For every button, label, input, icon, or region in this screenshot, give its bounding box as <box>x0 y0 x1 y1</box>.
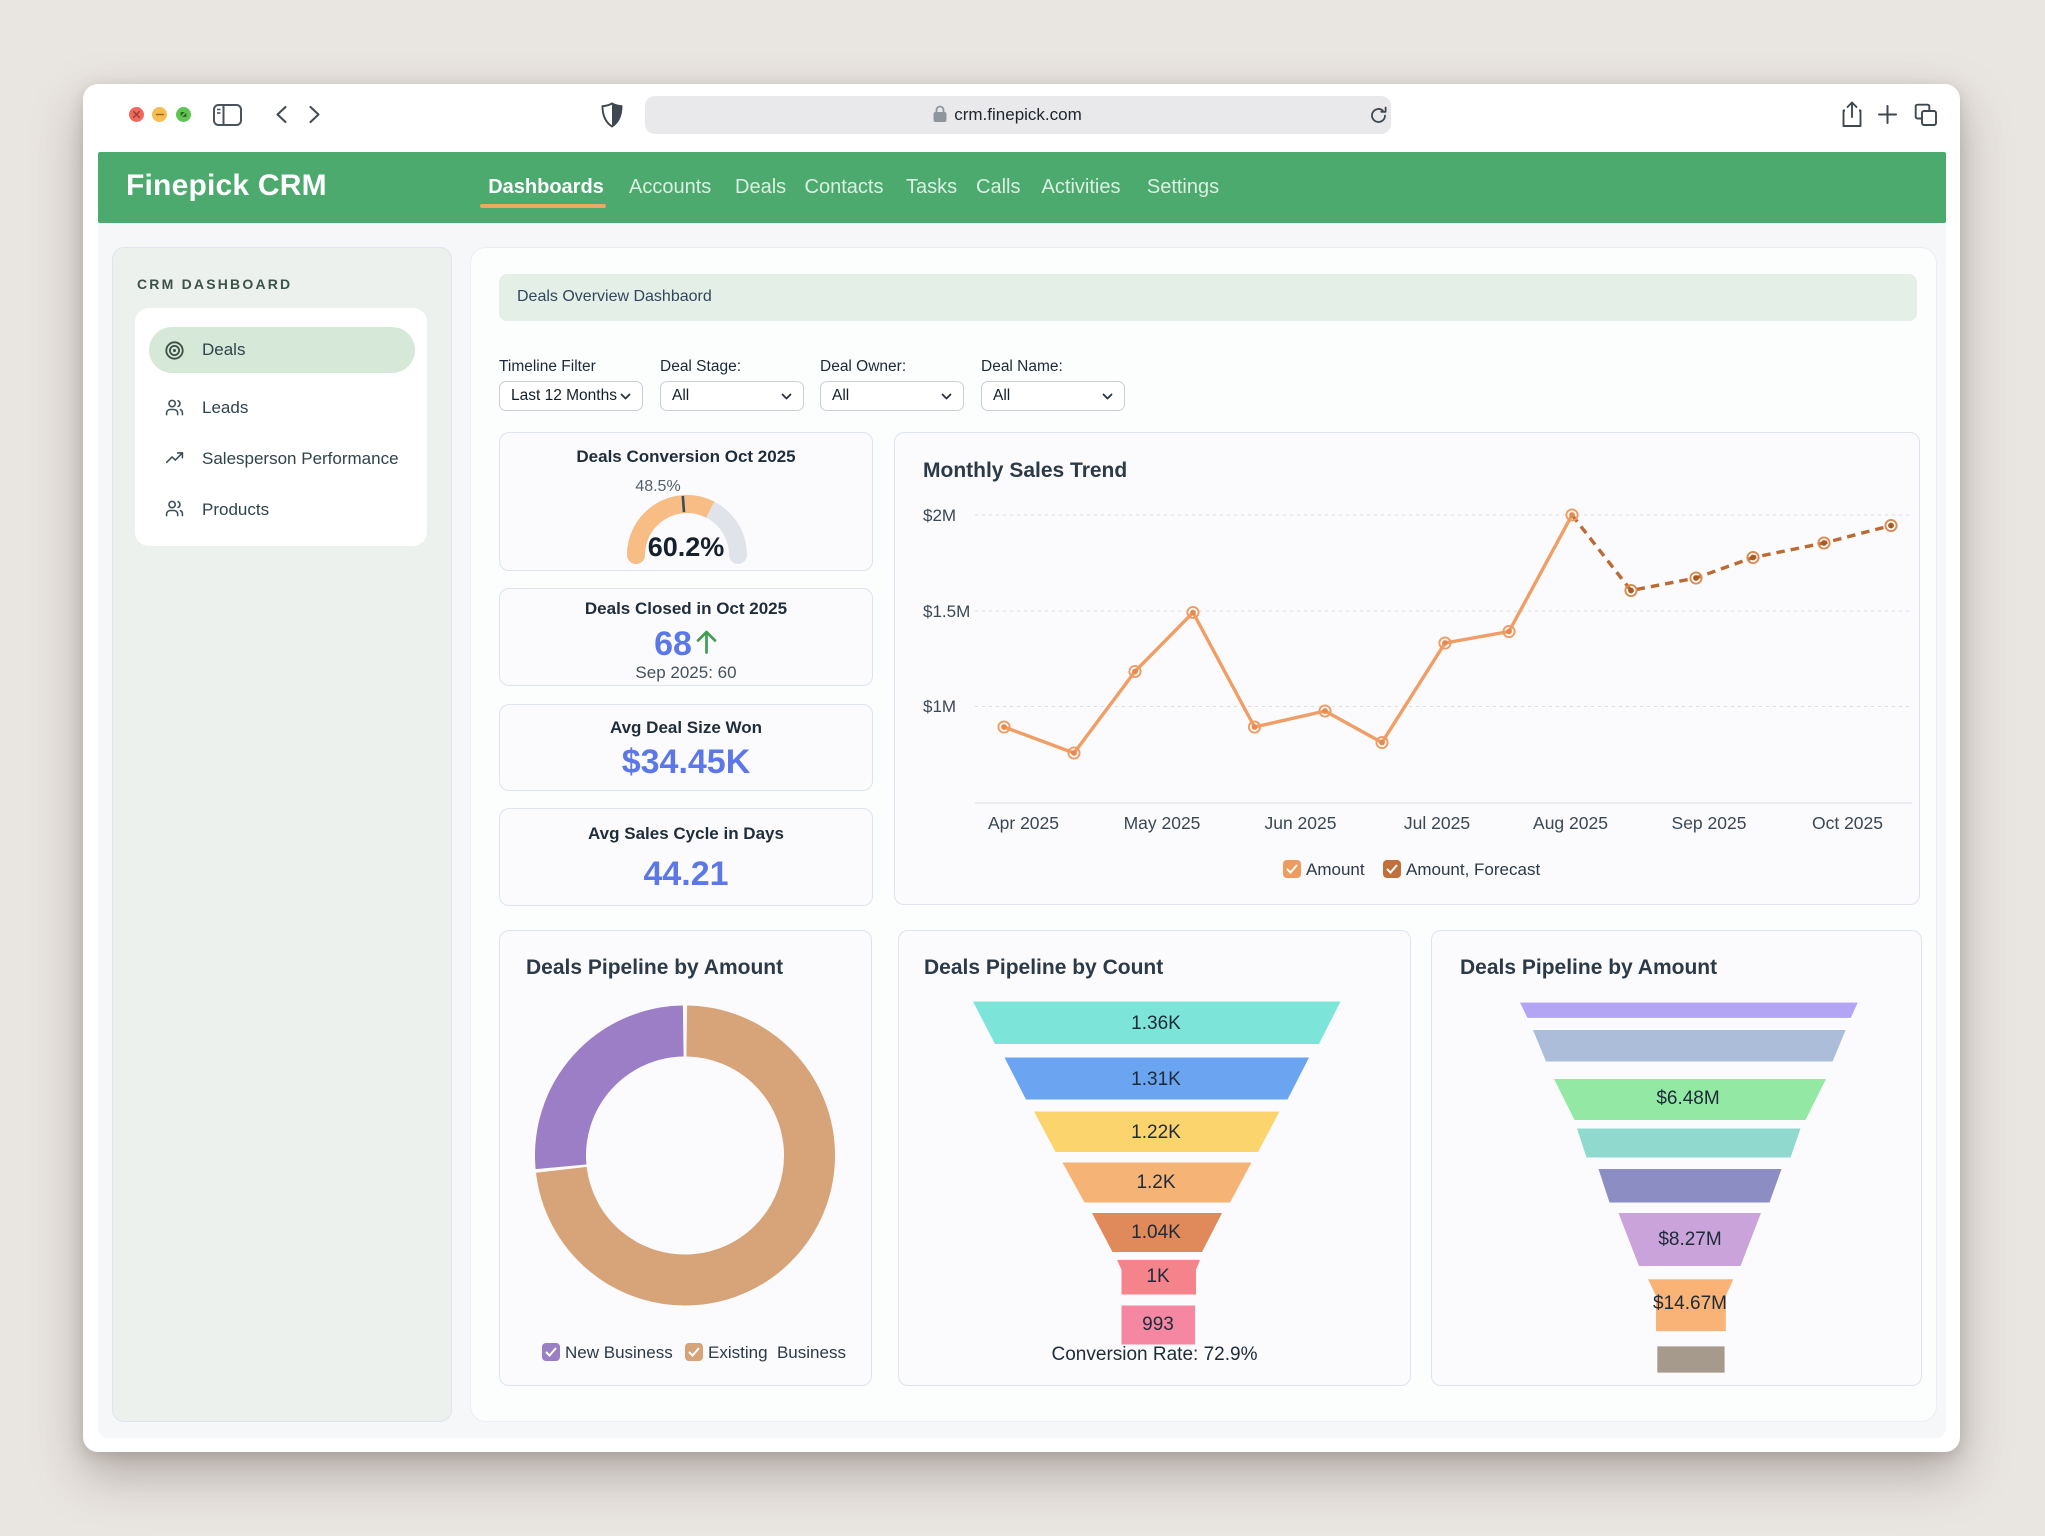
svg-text:Jun 2025: Jun 2025 <box>1264 813 1336 833</box>
svg-text:Jul 2025: Jul 2025 <box>1404 813 1470 833</box>
svg-text:Apr 2025: Apr 2025 <box>988 813 1059 833</box>
svg-text:$1M: $1M <box>923 697 956 716</box>
svg-text:$1.5M: $1.5M <box>923 602 970 621</box>
svg-text:$2M: $2M <box>923 506 956 525</box>
svg-text:Oct 2025: Oct 2025 <box>1812 813 1883 833</box>
svg-text:Sep 2025: Sep 2025 <box>1672 813 1747 833</box>
svg-text:Aug 2025: Aug 2025 <box>1533 813 1608 833</box>
svg-text:May 2025: May 2025 <box>1124 813 1201 833</box>
